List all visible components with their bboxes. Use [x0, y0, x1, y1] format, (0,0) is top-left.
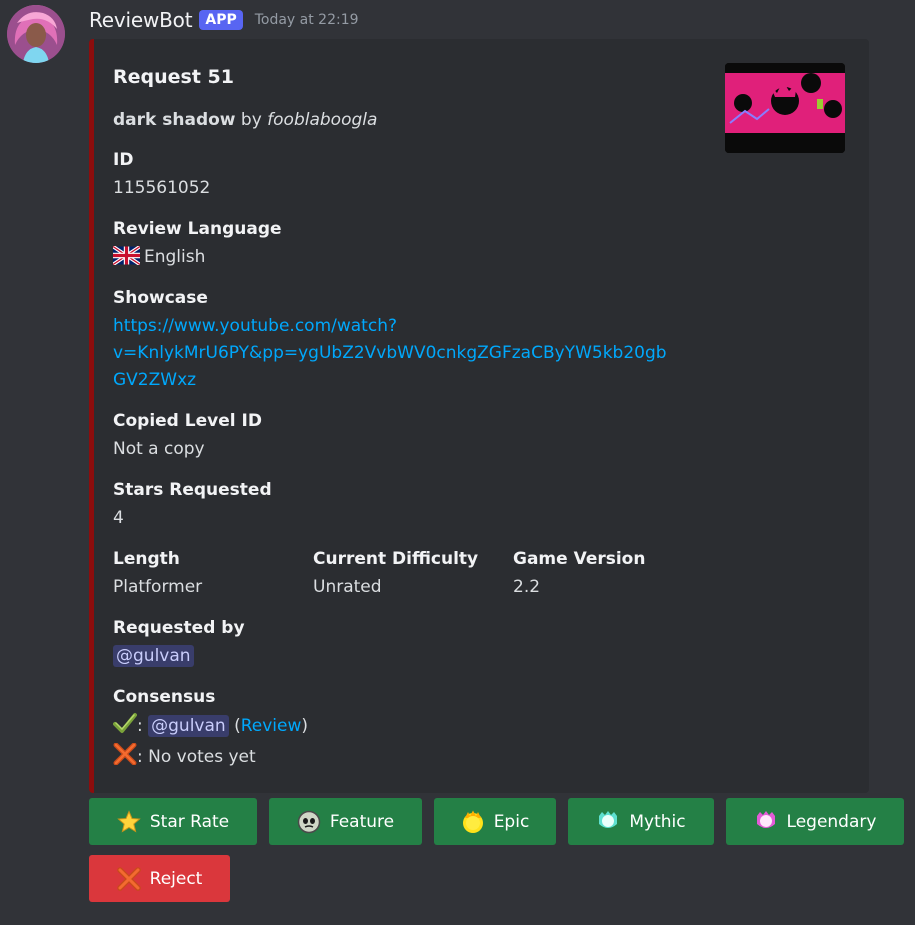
epic-flame-icon	[461, 810, 485, 834]
no-votes-text: : No votes yet	[137, 747, 256, 767]
mythic-label: Mythic	[629, 811, 686, 832]
level-thumbnail[interactable]	[725, 63, 845, 153]
star-rate-label: Star Rate	[149, 811, 230, 832]
field-name: Length	[113, 549, 180, 569]
field-requested-by: Requested by @gulvan	[113, 617, 245, 670]
field-value: 2.2	[513, 577, 541, 597]
field-value: Not a copy	[113, 439, 205, 459]
legendary-orb-icon	[754, 810, 778, 834]
paren-close: )	[301, 716, 309, 736]
field-name: Current Difficulty	[313, 549, 479, 569]
feature-face-icon	[297, 810, 321, 834]
field-name: Stars Requested	[113, 480, 272, 500]
field-value: 4	[113, 508, 124, 528]
user-mention[interactable]: @gulvan	[113, 645, 194, 667]
reject-button[interactable]: Reject	[89, 855, 230, 902]
review-link[interactable]: Review	[241, 716, 302, 736]
field-name: Copied Level ID	[113, 411, 262, 431]
check-mark-icon	[113, 712, 137, 743]
cross-mark-icon	[113, 742, 137, 774]
embed-title: Request 51	[113, 66, 234, 88]
star-rate-button[interactable]: Star Rate	[89, 798, 257, 845]
app-badge: APP	[199, 10, 243, 30]
message-header: ReviewBot APP Today at 22:19	[89, 6, 359, 34]
field-name: ID	[113, 150, 134, 170]
reject-label: Reject	[149, 868, 203, 889]
field-name: Game Version	[513, 549, 646, 569]
paren-open: (	[234, 716, 241, 736]
embed-description: dark shadow by fooblaboogla	[113, 110, 377, 130]
level-name: dark shadow	[113, 110, 236, 130]
username[interactable]: ReviewBot	[89, 8, 193, 32]
cross-mark-icon	[116, 866, 141, 891]
uk-flag-icon	[112, 245, 141, 274]
field-copied-level: Copied Level ID Not a copy	[113, 410, 262, 463]
field-showcase: Showcase https://www.youtube.com/watch? …	[113, 287, 667, 394]
legendary-button[interactable]: Legendary	[726, 798, 904, 845]
field-length: Length Platformer	[113, 548, 202, 601]
field-value: English	[112, 244, 282, 274]
field-name: Review Language	[113, 219, 282, 239]
field-value: @gulvan	[113, 643, 245, 670]
embed-card: Request 51 dark shadow by fooblaboogla I…	[89, 39, 869, 793]
message: ReviewBot APP Today at 22:19 Request 51 …	[0, 0, 915, 925]
field-consensus: Consensus : @gulvan (Review): No votes …	[113, 686, 308, 774]
field-name: Consensus	[113, 687, 216, 707]
star-icon	[117, 809, 141, 834]
feature-label: Feature	[329, 811, 395, 832]
showcase-link-line3[interactable]: GV2ZWxz	[113, 367, 667, 394]
field-value: Platformer	[113, 577, 203, 597]
epic-label: Epic	[493, 811, 530, 832]
consensus-yes-row: : @gulvan (Review)	[113, 712, 308, 743]
showcase-link[interactable]: https://www.youtube.com/watch? v=KnlykMr…	[113, 313, 667, 394]
timestamp: Today at 22:19	[254, 12, 359, 28]
field-name: Showcase	[113, 288, 208, 308]
field-review-language: Review Language English	[112, 218, 282, 274]
user-mention[interactable]: @gulvan	[148, 715, 229, 737]
mythic-button[interactable]: Mythic	[568, 798, 714, 845]
by-text: by	[240, 110, 262, 130]
avatar[interactable]	[7, 5, 65, 63]
field-value: 115561052	[113, 178, 211, 198]
feature-button[interactable]: Feature	[269, 798, 422, 845]
field-value: Unrated	[313, 577, 382, 597]
field-game-version: Game Version 2.2	[513, 548, 645, 601]
mythic-orb-icon	[596, 810, 620, 834]
consensus-no-row: : No votes yet	[113, 742, 308, 774]
field-stars-requested: Stars Requested 4	[113, 479, 272, 532]
legendary-label: Legendary	[786, 811, 877, 832]
field-id: ID 115561052	[113, 149, 210, 202]
showcase-link-line2[interactable]: v=KnlykMrU6PY&pp=ygUbZ2VvbWV0cnkgZGFzaCB…	[113, 340, 667, 367]
field-current-difficulty: Current Difficulty Unrated	[313, 548, 478, 601]
level-author: fooblaboogla	[267, 110, 378, 130]
epic-button[interactable]: Epic	[434, 798, 556, 845]
language-value: English	[144, 247, 206, 267]
field-name: Requested by	[113, 618, 245, 638]
showcase-link-line1[interactable]: https://www.youtube.com/watch?	[113, 313, 667, 340]
